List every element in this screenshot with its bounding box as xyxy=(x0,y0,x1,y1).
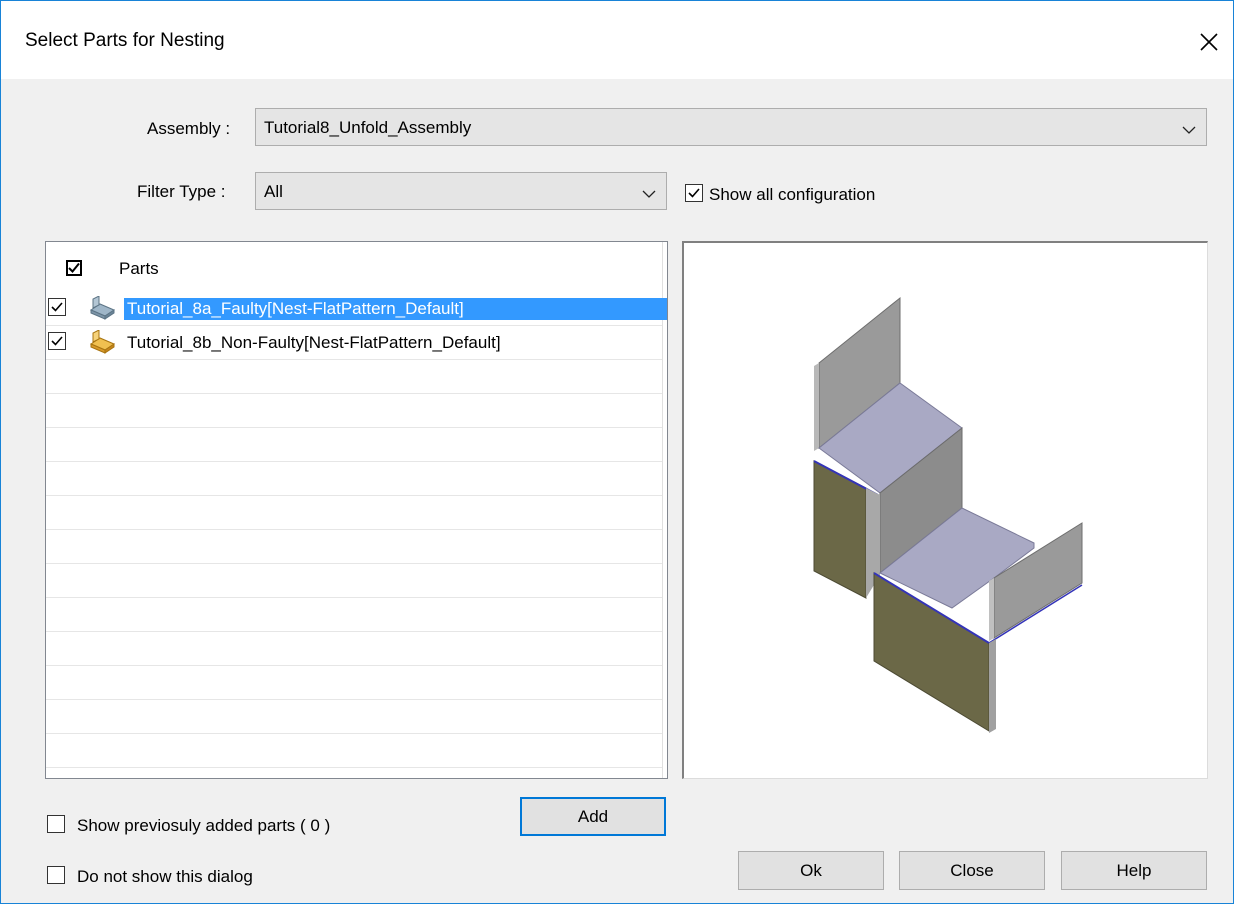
assembly-value: Tutorial8_Unfold_Assembly xyxy=(264,118,472,137)
dialog-title: Select Parts for Nesting xyxy=(25,30,225,51)
filter-type-value: All xyxy=(264,182,283,201)
part-icon-blue xyxy=(88,295,118,325)
title-bar: Select Parts for Nesting xyxy=(1,1,1233,79)
empty-row xyxy=(46,564,662,598)
chevron-down-icon xyxy=(642,186,656,198)
part-icon-orange xyxy=(88,329,118,359)
empty-row xyxy=(46,666,662,700)
show-all-configuration-checkbox[interactable] xyxy=(685,184,703,202)
filter-type-label: Filter Type : xyxy=(137,182,226,201)
checkmark-icon xyxy=(688,188,700,198)
chevron-down-icon xyxy=(1182,122,1196,134)
add-button[interactable]: Add xyxy=(520,797,666,836)
empty-row xyxy=(46,394,662,428)
tutorial-8b-label: Tutorial_8b_Non-Faulty[Nest-FlatPattern_… xyxy=(127,333,501,352)
do-not-show-dialog-checkbox[interactable] xyxy=(47,866,65,884)
assembly-dropdown[interactable]: Tutorial8_Unfold_Assembly xyxy=(255,108,1207,146)
show-previously-added-label: Show previosuly added parts ( 0 ) xyxy=(77,816,331,835)
tree-root-row[interactable]: Parts xyxy=(46,256,662,290)
parts-root-label: Parts xyxy=(119,259,159,278)
empty-row xyxy=(46,360,662,394)
sheet-metal-part-preview xyxy=(813,296,1083,733)
empty-row xyxy=(46,428,662,462)
help-button[interactable]: Help xyxy=(1061,851,1207,890)
parts-tree[interactable]: Parts Tutorial_8a_Faulty[Nest-FlatPatter… xyxy=(45,241,668,779)
empty-row xyxy=(46,632,662,666)
close-icon[interactable] xyxy=(1190,21,1226,61)
select-parts-dialog: Select Parts for Nesting Assembly : Tuto… xyxy=(0,0,1234,904)
tutorial-8b-checkbox[interactable] xyxy=(48,332,66,350)
empty-row xyxy=(46,598,662,632)
empty-row xyxy=(46,530,662,564)
filter-type-dropdown[interactable]: All xyxy=(255,172,667,210)
empty-row xyxy=(46,734,662,768)
list-divider xyxy=(662,242,663,778)
close-button[interactable]: Close xyxy=(899,851,1045,890)
do-not-show-dialog-label: Do not show this dialog xyxy=(77,867,253,886)
tree-item-tutorial-8b[interactable]: Tutorial_8b_Non-Faulty[Nest-FlatPattern_… xyxy=(46,326,662,360)
tree-item-tutorial-8a[interactable]: Tutorial_8a_Faulty[Nest-FlatPattern_Defa… xyxy=(46,292,667,326)
ok-button[interactable]: Ok xyxy=(738,851,884,890)
empty-row xyxy=(46,700,662,734)
checkmark-icon xyxy=(68,262,80,273)
assembly-label: Assembly : xyxy=(147,119,231,138)
checkmark-icon xyxy=(51,302,63,312)
tutorial-8a-checkbox[interactable] xyxy=(48,298,66,316)
empty-row xyxy=(46,496,662,530)
empty-row xyxy=(46,462,662,496)
parts-root-checkbox[interactable] xyxy=(66,260,82,276)
show-all-configuration-label: Show all configuration xyxy=(709,185,876,204)
checkmark-icon xyxy=(51,336,63,346)
show-previously-added-checkbox[interactable] xyxy=(47,815,65,833)
tutorial-8a-label: Tutorial_8a_Faulty[Nest-FlatPattern_Defa… xyxy=(124,298,667,320)
part-preview-panel xyxy=(682,241,1208,779)
